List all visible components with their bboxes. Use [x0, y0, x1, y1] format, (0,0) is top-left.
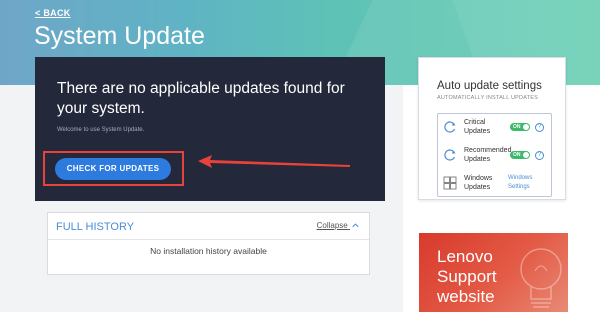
- auto-update-card: Auto update settings AUTOMATICALLY INSTA…: [418, 57, 566, 200]
- check-for-updates-button[interactable]: CHECK FOR UPDATES: [55, 158, 171, 180]
- setting-label-line2: Updates: [464, 128, 491, 135]
- update-settings-list: Critical Updates ON ? Recommended Update…: [437, 113, 552, 197]
- setting-row-recommended: Recommended Updates ON ?: [438, 142, 551, 170]
- setting-label: Recommended Updates: [464, 146, 514, 164]
- toggle-state: ON: [513, 152, 521, 158]
- support-line1: Lenovo: [437, 247, 493, 266]
- chevron-up-icon: [352, 223, 359, 228]
- status-message: There are no applicable updates found fo…: [57, 80, 345, 117]
- divider: [48, 239, 369, 240]
- auto-update-title: Auto update settings: [437, 80, 542, 92]
- support-link-text: Lenovo Support website: [437, 247, 497, 307]
- auto-update-subtitle: AUTOMATICALLY INSTALL UPDATES: [437, 95, 538, 101]
- setting-row-critical: Critical Updates ON ?: [438, 114, 551, 142]
- setting-label-line1: Windows: [464, 175, 493, 182]
- help-icon[interactable]: ?: [535, 123, 544, 132]
- page-title: System Update: [34, 22, 205, 50]
- setting-label: Critical Updates: [464, 118, 514, 136]
- welcome-text: Welcome to use System Update.: [57, 127, 145, 133]
- setting-row-windows: Windows Updates Windows Settings: [438, 170, 551, 198]
- help-icon[interactable]: ?: [535, 151, 544, 160]
- setting-label-line2: Updates: [464, 156, 491, 163]
- link-line2: Settings: [508, 184, 530, 190]
- critical-updates-toggle[interactable]: ON: [510, 123, 530, 131]
- support-line3: website: [437, 287, 495, 306]
- windows-settings-link[interactable]: Windows Settings: [508, 174, 532, 192]
- support-line2: Support: [437, 267, 497, 286]
- back-link[interactable]: < BACK: [35, 8, 71, 18]
- toggle-state: ON: [513, 124, 521, 130]
- setting-label: Windows Updates: [464, 174, 514, 192]
- collapse-button[interactable]: Collapse: [317, 221, 359, 230]
- recommended-updates-toggle[interactable]: ON: [510, 151, 530, 159]
- collapse-label: Collapse: [316, 221, 348, 230]
- history-empty-text: No installation history available: [150, 246, 267, 256]
- windows-icon: [443, 176, 457, 190]
- status-panel: There are no applicable updates found fo…: [35, 57, 385, 201]
- refresh-icon: [444, 149, 456, 161]
- lenovo-support-card[interactable]: Lenovo Support website: [419, 233, 568, 312]
- annotation-arrow: [198, 155, 350, 168]
- setting-label-line1: Recommended: [464, 147, 512, 154]
- history-title: FULL HISTORY: [56, 221, 135, 233]
- history-panel: FULL HISTORY Collapse No installation hi…: [47, 212, 370, 275]
- toggle-knob: [523, 124, 529, 130]
- lightbulb-icon: [520, 248, 562, 308]
- refresh-icon: [444, 121, 456, 133]
- setting-label-line2: Updates: [464, 184, 491, 191]
- setting-label-line1: Critical: [464, 119, 486, 126]
- link-line1: Windows: [508, 175, 533, 181]
- toggle-knob: [523, 152, 529, 158]
